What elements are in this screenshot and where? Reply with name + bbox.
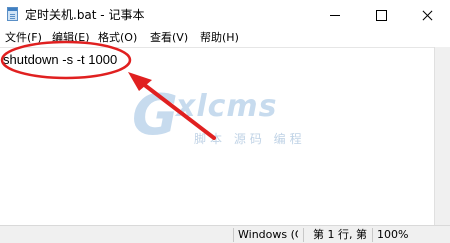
menu-format[interactable]: 格式(O) (98, 30, 137, 46)
minimize-button[interactable] (312, 0, 358, 30)
notepad-window: 定时关机.bat - 记事本 文件(F) 编辑(E) 格式(O) 查看(V) 帮… (0, 0, 450, 243)
menu-view[interactable]: 查看(V) (150, 30, 188, 46)
menu-file[interactable]: 文件(F) (5, 30, 42, 46)
close-button[interactable] (404, 0, 450, 30)
status-cursor-position: 第 1 行, 第 (313, 228, 367, 241)
watermark: G xlcms 脚本 源码 编程 (132, 88, 332, 158)
status-encoding: Windows (C (238, 228, 298, 241)
maximize-button[interactable] (358, 0, 404, 30)
status-divider (372, 228, 373, 242)
menu-bar: 文件(F) 编辑(E) 格式(O) 查看(V) 帮助(H) (0, 30, 450, 46)
editor-content[interactable]: shutdown -s -t 1000 (3, 52, 117, 67)
menu-help[interactable]: 帮助(H) (200, 30, 239, 46)
window-title: 定时关机.bat - 记事本 (25, 8, 145, 22)
status-divider (233, 228, 234, 242)
title-bar[interactable]: 定时关机.bat - 记事本 (0, 0, 450, 30)
vertical-scrollbar[interactable] (434, 47, 450, 225)
status-zoom: 100% (377, 228, 409, 241)
watermark-logo-word: xlcms (176, 89, 278, 124)
watermark-logo-letter: G (132, 83, 178, 148)
menu-edit[interactable]: 编辑(E) (52, 30, 90, 46)
notepad-icon (7, 7, 18, 21)
watermark-subtitle: 脚本 源码 编程 (194, 132, 306, 146)
status-bar: Windows (C 第 1 行, 第 100% (0, 225, 450, 243)
status-divider (303, 228, 304, 242)
